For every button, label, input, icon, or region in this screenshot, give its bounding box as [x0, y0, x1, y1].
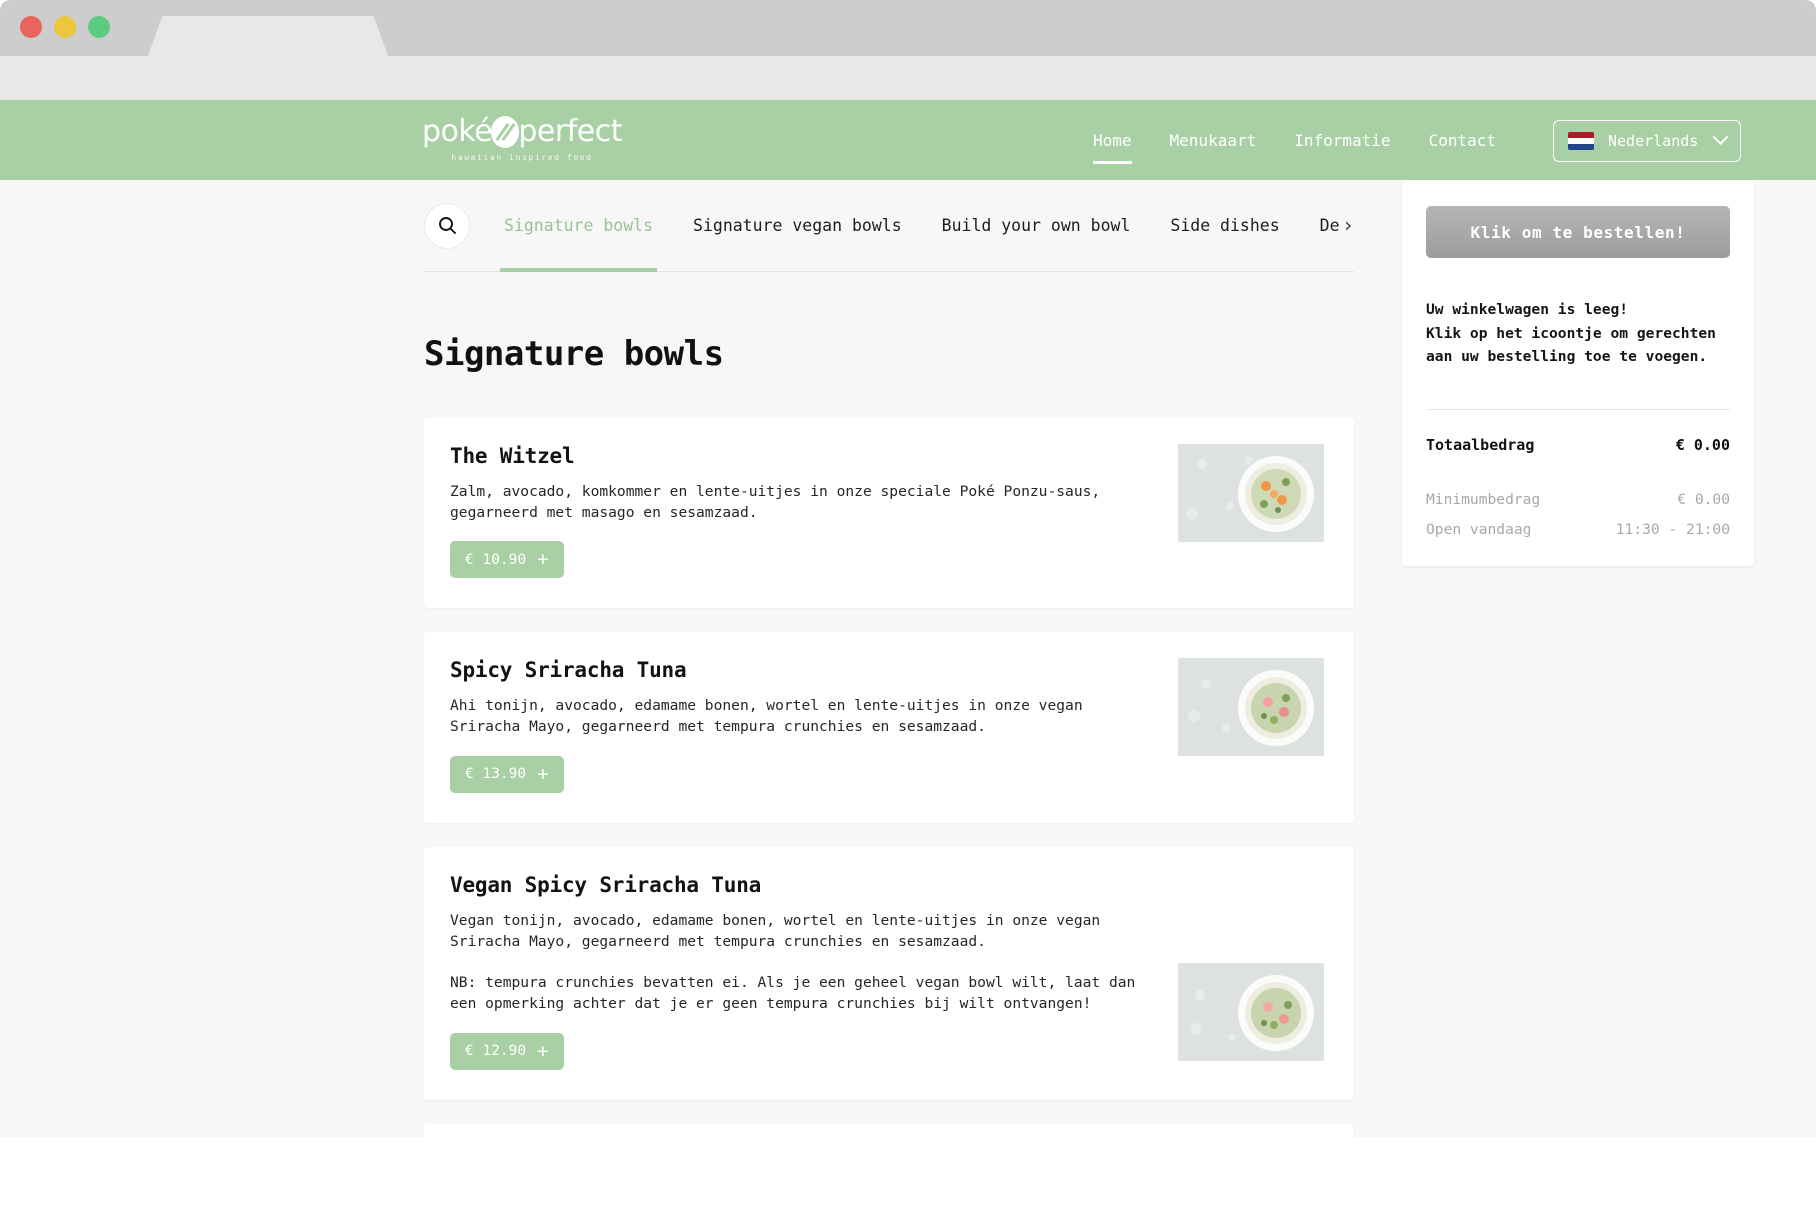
add-to-cart-button[interactable]: € 12.90 +	[450, 1032, 564, 1070]
cart-open-value: 11:30 - 21:00	[1615, 520, 1730, 538]
order-button[interactable]: Klik om te bestellen!	[1426, 206, 1730, 258]
tab-desserts[interactable]: Desserts	[1300, 180, 1340, 272]
cart-open-hours-row: Open vandaag 11:30 - 21:00	[1426, 521, 1730, 538]
cart-minimum-value: € 0.00	[1677, 490, 1730, 508]
chevron-down-icon	[1712, 128, 1729, 145]
menu-content-column: Signature bowls Signature vegan bowls Bu…	[424, 180, 1354, 1137]
browser-toolbar	[0, 56, 1816, 100]
page-title: Signature bowls	[424, 334, 724, 374]
menu-item-price: € 13.90	[465, 766, 527, 783]
cart-empty-line-3: aan uw bestelling toe te voegen.	[1426, 348, 1708, 366]
window-controls	[20, 16, 110, 38]
language-selector[interactable]: Nederlands	[1553, 120, 1741, 162]
search-icon	[438, 217, 456, 234]
menu-item-price: € 10.90	[465, 551, 527, 568]
menu-item-name: Spicy Sriracha Tuna	[450, 658, 687, 683]
page-body: Signature bowls Signature vegan bowls Bu…	[0, 180, 1816, 1137]
search-button[interactable]	[424, 202, 470, 249]
menu-item-description: Ahi tonijn, avocado, edamame bonen, wort…	[450, 697, 1083, 736]
menu-item-body: The Witzel Zalm, avocado, komkommer en l…	[450, 444, 1178, 579]
menu-item-body: Spicy Sriracha Tuna Ahi tonijn, avocado,…	[450, 658, 1178, 793]
main-navigation: Home Menukaart Informatie Contact	[1093, 100, 1496, 180]
tab-signature-bowls[interactable]: Signature bowls	[484, 180, 673, 272]
nav-item-informatie[interactable]: Informatie	[1294, 100, 1390, 180]
chevron-right-icon[interactable]: ›	[1340, 213, 1354, 239]
add-to-cart-button[interactable]: € 13.90 +	[450, 755, 564, 793]
close-window-button[interactable]	[20, 16, 42, 38]
browser-chrome	[0, 0, 1816, 56]
maximize-window-button[interactable]	[88, 16, 110, 38]
tab-side-dishes[interactable]: Side dishes	[1150, 180, 1299, 272]
menu-item-thumbnail	[1178, 658, 1324, 757]
cart-empty-line-2: Klik op het icoontje om gerechten	[1426, 324, 1716, 342]
language-label: Nederlands	[1608, 132, 1699, 150]
cart-minimum-label: Minimumbedrag	[1426, 490, 1541, 508]
cart-open-label: Open vandaag	[1426, 520, 1532, 538]
tab-build-your-own-bowl[interactable]: Build your own bowl	[922, 180, 1151, 272]
cart-minimum-row: Minimumbedrag € 0.00	[1426, 491, 1730, 508]
minimize-window-button[interactable]	[54, 16, 76, 38]
menu-item-thumbnail	[1178, 962, 1324, 1061]
plus-icon: +	[537, 548, 549, 571]
logo-wordmark: poké perfect	[422, 114, 622, 149]
menu-item-description: Vegan tonijn, avocado, edamame bonen, wo…	[450, 911, 1101, 950]
menu-item-thumbnail	[1178, 444, 1324, 542]
add-to-cart-button[interactable]: € 10.90 +	[450, 541, 564, 579]
cart-total-row: Totaalbedrag € 0.00	[1426, 410, 1730, 478]
cart-total-label: Totaalbedrag	[1426, 435, 1535, 454]
logo-tagline: hawaiian inspired food	[451, 153, 593, 162]
menu-item-card[interactable]: Spicy Sriracha Tuna Ahi tonijn, avocado,…	[424, 632, 1354, 823]
cart-panel: Klik om te bestellen! Uw winkelwagen is …	[1402, 180, 1754, 566]
menu-item-name: Vegan Spicy Sriracha Tuna	[450, 872, 762, 897]
menu-item-card[interactable]: Vegan Spicy Sriracha Tuna Vegan tonijn, …	[424, 846, 1354, 1100]
menu-item-body: Vegan Spicy Sriracha Tuna Vegan tonijn, …	[450, 873, 1178, 1070]
menu-item-card[interactable]: Shrimply The Best Tempura garnalen, avoc…	[424, 1123, 1354, 1137]
cart-total-value: € 0.00	[1675, 435, 1730, 454]
logo-text-right: perfect	[518, 114, 622, 149]
tab-signature-vegan-bowls[interactable]: Signature vegan bowls	[673, 180, 922, 272]
menu-item-note: NB: tempura crunchies bevatten ei. Als j…	[450, 974, 1136, 1013]
plus-icon: +	[537, 762, 549, 785]
menu-item-price: € 12.90	[465, 1043, 527, 1060]
menu-item-card[interactable]: The Witzel Zalm, avocado, komkommer en l…	[424, 418, 1354, 609]
nav-item-menukaart[interactable]: Menukaart	[1170, 100, 1257, 180]
category-tabs: Signature bowls Signature vegan bowls Bu…	[484, 180, 1340, 272]
site-logo[interactable]: poké perfect hawaiian inspired food	[422, 114, 622, 162]
cart-empty-message: Uw winkelwagen is leeg! Klik op het icoo…	[1426, 298, 1730, 369]
menu-item-description: Zalm, avocado, komkommer en lente-uitjes…	[450, 483, 1101, 521]
site-header: poké perfect hawaiian inspired food Home…	[0, 100, 1816, 180]
menu-item-name: The Witzel	[450, 444, 575, 468]
browser-tab[interactable]	[148, 16, 388, 56]
nav-item-home[interactable]: Home	[1093, 100, 1132, 180]
category-tabbar: Signature bowls Signature vegan bowls Bu…	[424, 180, 1354, 272]
logo-text-left: poké	[422, 114, 493, 149]
cart-empty-line-1: Uw winkelwagen is leeg!	[1426, 301, 1629, 318]
plus-icon: +	[537, 1039, 549, 1062]
nav-item-contact[interactable]: Contact	[1429, 100, 1496, 180]
poke-bowl-logo-icon	[491, 115, 520, 148]
flag-nl-icon	[1568, 132, 1594, 150]
